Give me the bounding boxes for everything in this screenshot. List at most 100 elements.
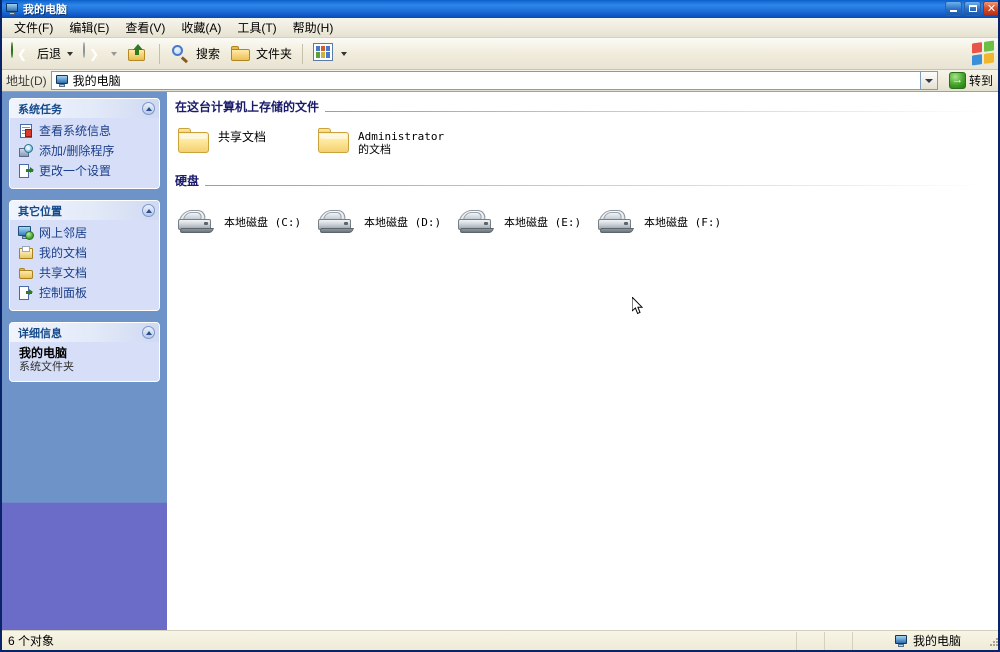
sidebar-item-control-panel[interactable]: 控制面板: [18, 284, 153, 301]
panel-other-places-body: 网上邻居 我的文档 共享文档 控制面板: [10, 220, 159, 310]
list-item-administrator-documents[interactable]: Administrator 的文档: [315, 123, 455, 158]
panel-other-places-header[interactable]: 其它位置: [10, 201, 159, 220]
back-history-chevron-down-icon[interactable]: [67, 51, 74, 56]
minimize-button[interactable]: [945, 1, 962, 16]
list-item-label: 本地磁盘 (E:): [504, 216, 582, 230]
menu-file[interactable]: 文件(F): [6, 17, 61, 38]
folder-icon: [177, 125, 211, 155]
folders-button[interactable]: 文件夹: [225, 41, 297, 67]
status-spacer-1: [797, 631, 825, 650]
views-button[interactable]: [308, 41, 352, 67]
panel-details-title: 详细信息: [18, 327, 62, 340]
menu-help[interactable]: 帮助(H): [285, 17, 342, 38]
collapse-chevron-up-icon[interactable]: [142, 204, 155, 217]
group-hard-disk-drives: 硬盘 本地磁盘 (C:) 本地磁盘 (D:) 本地磁盘 (E:) 本地磁盘 (F…: [167, 172, 998, 251]
list-item-label: 本地磁盘 (C:): [224, 216, 302, 230]
panel-other-places-title: 其它位置: [18, 205, 62, 218]
menu-bar: 文件(F) 编辑(E) 查看(V) 收藏(A) 工具(T) 帮助(H): [2, 17, 998, 38]
toolbar-separator: [159, 43, 161, 64]
group-title: 硬盘: [175, 174, 200, 189]
list-item-local-disk-d[interactable]: 本地磁盘 (D:): [315, 207, 455, 239]
panel-system-tasks: 系统任务 查看系统信息 添加/删除程序 更改一个设置: [9, 98, 160, 189]
toolbar: ❮ 后退 ❯ 搜索 文件夹: [2, 38, 998, 70]
list-item-local-disk-e[interactable]: 本地磁盘 (E:): [455, 207, 595, 239]
panel-details-body: 我的电脑 系统文件夹: [10, 342, 159, 382]
address-input[interactable]: 我的电脑: [50, 71, 921, 90]
sidebar-item-label: 更改一个设置: [39, 164, 112, 178]
group-items: 共享文档 Administrator 的文档: [167, 115, 998, 170]
menu-view[interactable]: 查看(V): [117, 17, 173, 38]
forward-icon: ❯: [83, 41, 105, 65]
search-icon: [170, 43, 192, 65]
address-value: 我的电脑: [72, 74, 121, 88]
task-sidebar: 系统任务 查看系统信息 添加/删除程序 更改一个设置 其它位置 网上邻居 我的文…: [2, 92, 167, 630]
panel-other-places: 其它位置 网上邻居 我的文档 共享文档 控制面板: [9, 200, 160, 311]
sidebar-item-view-system-info[interactable]: 查看系统信息: [18, 122, 153, 139]
hard-drive-icon: [317, 209, 357, 237]
sidebar-item-add-remove-programs[interactable]: 添加/删除程序: [18, 142, 153, 159]
window-controls: ✕: [945, 1, 998, 16]
details-item-name: 我的电脑: [19, 346, 68, 360]
resize-grip[interactable]: [988, 636, 998, 648]
list-item-local-disk-c[interactable]: 本地磁盘 (C:): [175, 207, 315, 239]
status-spacer-2: [825, 631, 853, 650]
go-arrow-icon: →: [948, 72, 966, 89]
sidebar-item-my-documents[interactable]: 我的文档: [18, 244, 153, 261]
details-item-type: 系统文件夹: [19, 360, 74, 373]
maximize-button[interactable]: [964, 1, 981, 16]
back-button[interactable]: ❮ 后退: [6, 41, 78, 67]
back-icon: ❮: [11, 41, 33, 65]
sidebar-item-network-places[interactable]: 网上邻居: [18, 224, 153, 241]
system-info-icon: [18, 123, 34, 139]
list-item-local-disk-f[interactable]: 本地磁盘 (F:): [595, 207, 735, 239]
views-chevron-down-icon[interactable]: [341, 51, 348, 56]
group-header: 在这台计算机上存储的文件: [175, 98, 988, 115]
sidebar-item-shared-documents[interactable]: 共享文档: [18, 264, 153, 281]
file-list-pane[interactable]: 在这台计算机上存储的文件 共享文档 Administrator 的文档 硬盘 本…: [167, 92, 998, 630]
list-item-label: 本地磁盘 (D:): [364, 216, 442, 230]
sidebar-item-label: 添加/删除程序: [39, 144, 115, 158]
menu-edit[interactable]: 编辑(E): [61, 17, 117, 38]
group-rule: [205, 185, 988, 187]
go-button[interactable]: → 转到: [946, 71, 996, 90]
list-item-label: 本地磁盘 (F:): [644, 216, 722, 230]
folder-icon: [230, 43, 252, 65]
up-button[interactable]: [122, 41, 154, 67]
collapse-chevron-up-icon[interactable]: [142, 326, 155, 339]
group-title: 在这台计算机上存储的文件: [175, 100, 320, 114]
status-object-count: 6 个对象: [2, 631, 797, 650]
menu-tools[interactable]: 工具(T): [229, 17, 284, 38]
windows-flag-logo-icon: [972, 40, 994, 66]
group-rule: [325, 111, 988, 112]
panel-system-tasks-header[interactable]: 系统任务: [10, 99, 159, 118]
menu-favorites[interactable]: 收藏(A): [173, 17, 229, 38]
my-computer-icon-status: [894, 634, 908, 648]
hard-drive-icon: [457, 209, 497, 237]
group-items: 本地磁盘 (C:) 本地磁盘 (D:) 本地磁盘 (E:) 本地磁盘 (F:): [167, 189, 998, 251]
search-button[interactable]: 搜索: [165, 41, 225, 67]
collapse-chevron-up-icon[interactable]: [142, 102, 155, 115]
close-button[interactable]: ✕: [983, 1, 998, 16]
forward-button[interactable]: ❯: [78, 41, 122, 67]
address-chevron-down-icon[interactable]: [920, 71, 938, 90]
sidebar-item-change-a-setting[interactable]: 更改一个设置: [18, 162, 153, 179]
panel-details: 详细信息 我的电脑 系统文件夹: [9, 322, 160, 383]
list-item-label: Administrator 的文档: [358, 130, 445, 156]
sidebar-item-label: 控制面板: [39, 286, 88, 300]
change-setting-icon: [18, 163, 34, 179]
list-item-shared-documents[interactable]: 共享文档: [175, 123, 315, 158]
sidebar-item-label: 查看系统信息: [39, 124, 112, 138]
panel-details-header[interactable]: 详细信息: [10, 323, 159, 342]
title-bar[interactable]: 我的电脑 ✕: [2, 0, 998, 18]
search-label: 搜索: [196, 47, 221, 61]
go-arrow-glyph: →: [951, 74, 963, 86]
list-item-label: 共享文档: [218, 130, 267, 144]
folders-label: 文件夹: [256, 47, 293, 61]
status-location: 我的电脑: [853, 632, 998, 650]
address-label: 地址(D): [6, 74, 47, 88]
up-folder-icon: [127, 43, 149, 65]
status-location-label: 我的电脑: [912, 634, 961, 648]
add-remove-programs-icon: [18, 143, 34, 159]
forward-history-chevron-down-icon[interactable]: [111, 51, 118, 56]
group-header: 硬盘: [175, 172, 988, 189]
